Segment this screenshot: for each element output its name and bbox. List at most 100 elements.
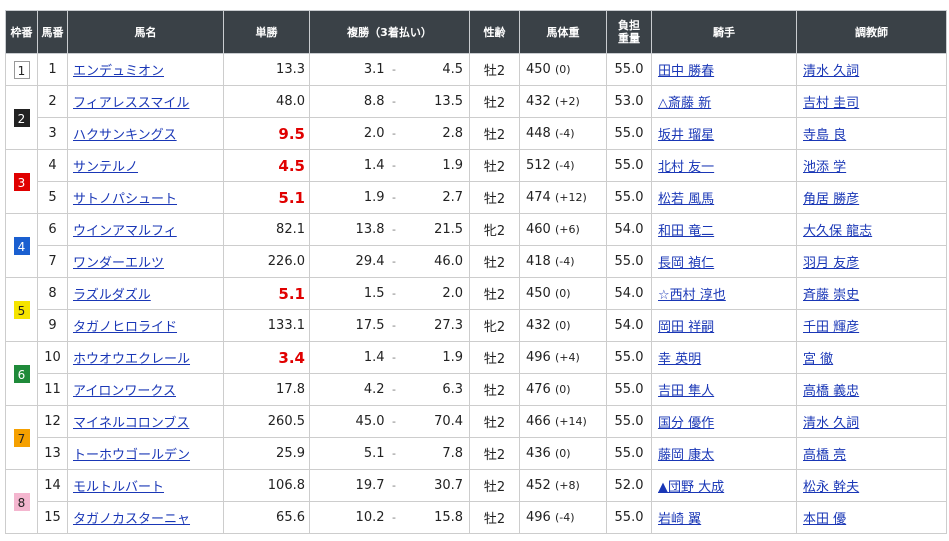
waku-badge: 8 <box>13 492 30 511</box>
sex-age: 牡2 <box>469 181 521 214</box>
jockey-link[interactable]: 北村 友一 <box>658 160 714 175</box>
jockey-link[interactable]: 藤岡 康太 <box>658 448 714 463</box>
waku-badge: 6 <box>13 364 30 383</box>
horse-name-link[interactable]: サンテルノ <box>73 160 138 175</box>
horse-name-link[interactable]: ラズルダズル <box>73 288 151 303</box>
horse-name-link[interactable]: ウインアマルフィ <box>73 224 177 239</box>
header-load-line2: 重量 <box>618 32 641 45</box>
jockey-link[interactable]: 幸 英明 <box>658 352 701 367</box>
jockey-link[interactable]: 岩崎 翼 <box>658 512 701 527</box>
load-weight: 55.0 <box>606 117 653 150</box>
horse-weight-cell: 476 (0) <box>519 373 608 406</box>
horse-name-link[interactable]: エンデュミオン <box>73 64 164 79</box>
horse-name-cell: タガノヒロライド <box>67 309 224 342</box>
horse-number: 6 <box>37 213 68 246</box>
horse-name-link[interactable]: タガノカスターニャ <box>73 512 190 527</box>
place-odds-max: 15.8 <box>398 501 471 534</box>
place-odds-min: 4.2 <box>309 373 390 406</box>
horse-name-link[interactable]: ワンダーエルツ <box>73 256 164 271</box>
place-odds-max: 2.7 <box>398 181 471 214</box>
horse-name-link[interactable]: トーホウゴールデン <box>73 448 190 463</box>
win-odds: 48.0 <box>223 85 310 118</box>
place-odds-max: 30.7 <box>398 469 471 502</box>
horse-name-cell: ワンダーエルツ <box>67 245 224 278</box>
place-odds-separator: - <box>389 501 399 534</box>
horse-weight: 496 <box>526 350 551 365</box>
horse-name-link[interactable]: モルトルバート <box>73 480 164 495</box>
place-odds-separator: - <box>389 309 399 342</box>
place-odds-min: 3.1 <box>309 53 390 86</box>
load-weight: 55.0 <box>606 405 653 438</box>
trainer-link[interactable]: 角居 勝彦 <box>803 192 859 207</box>
trainer-link[interactable]: 羽月 友彦 <box>803 256 859 271</box>
trainer-link[interactable]: 高橋 義忠 <box>803 384 859 399</box>
horse-number: 4 <box>37 149 68 182</box>
horse-number: 7 <box>37 245 68 278</box>
horse-name-link[interactable]: フィアレススマイル <box>73 96 189 111</box>
weight-diff: (0) <box>554 319 571 332</box>
trainer-link[interactable]: 吉村 圭司 <box>803 96 859 111</box>
header-umaban: 馬番 <box>37 10 68 54</box>
horse-weight: 450 <box>526 62 551 77</box>
jockey-link[interactable]: ▲団野 大成 <box>658 480 724 495</box>
header-sex-age: 性齢 <box>469 10 521 54</box>
trainer-link[interactable]: 寺島 良 <box>803 128 846 143</box>
horse-name-link[interactable]: ホウオウエクレール <box>73 352 190 367</box>
load-weight: 53.0 <box>606 85 653 118</box>
place-odds-separator: - <box>389 437 399 470</box>
jockey-cell: 松若 風馬 <box>651 181 798 214</box>
table-row: 13 トーホウゴールデン 25.9 5.1-7.8 牡2 436 (0) 55.0 藤岡 康太… <box>6 437 948 470</box>
trainer-link[interactable]: 池添 学 <box>803 160 846 175</box>
horse-name-link[interactable]: ハクサンキングス <box>73 128 177 143</box>
horse-name-link[interactable]: マイネルコロンブス <box>73 416 189 431</box>
jockey-link[interactable]: 岡田 祥嗣 <box>658 320 714 335</box>
waku-badge: 5 <box>13 300 30 319</box>
weight-diff: (+8) <box>554 479 580 492</box>
trainer-link[interactable]: 斉藤 崇史 <box>803 288 859 303</box>
place-odds-min: 1.4 <box>309 149 390 182</box>
jockey-link[interactable]: ☆西村 淳也 <box>658 288 726 303</box>
header-load-weight: 負担 重量 <box>606 10 653 54</box>
trainer-link[interactable]: 松永 幹夫 <box>803 480 859 495</box>
table-row: 1 1 エンデュミオン 13.3 3.1-4.5 牡2 450 (0) 55.0 田中 勝春 清水… <box>5 53 948 86</box>
horse-weight: 474 <box>526 190 551 205</box>
horse-number: 11 <box>37 373 68 406</box>
trainer-link[interactable]: 清水 久詞 <box>803 416 859 431</box>
weight-diff: (0) <box>554 447 571 460</box>
jockey-link[interactable]: 吉田 隼人 <box>658 384 714 399</box>
jockey-link[interactable]: 坂井 瑠星 <box>658 128 714 143</box>
trainer-link[interactable]: 宮 徹 <box>803 352 833 367</box>
header-horse-name: 馬名 <box>67 10 224 54</box>
sex-age: 牝2 <box>469 309 521 342</box>
waku-cell: 2 <box>5 85 38 150</box>
trainer-link[interactable]: 千田 輝彦 <box>803 320 859 335</box>
horse-weight-cell: 512 (-4) <box>519 149 608 182</box>
weight-diff: (+2) <box>554 95 580 108</box>
table-row: 7 ワンダーエルツ 226.0 29.4-46.0 牡2 418 (-4) 55.0 長岡 禎… <box>6 245 948 278</box>
trainer-link[interactable]: 清水 久詞 <box>803 64 859 79</box>
place-odds-separator: - <box>389 469 399 502</box>
horse-name-link[interactable]: アイロンワークス <box>73 384 176 399</box>
horse-name-cell: サトノパシュート <box>67 181 224 214</box>
jockey-link[interactable]: 田中 勝春 <box>658 64 714 79</box>
jockey-link[interactable]: 和田 竜二 <box>658 224 714 239</box>
trainer-cell: 角居 勝彦 <box>796 181 948 214</box>
jockey-cell: △斎藤 新 <box>651 85 798 118</box>
place-odds-max: 2.8 <box>398 117 471 150</box>
table-row: 3 ハクサンキングス 9.5 2.0-2.8 牡2 448 (-4) 55.0 坂井 瑠星 寺島… <box>6 117 948 150</box>
jockey-link[interactable]: 松若 風馬 <box>658 192 714 207</box>
trainer-link[interactable]: 本田 優 <box>803 512 846 527</box>
jockey-link[interactable]: 長岡 禎仁 <box>658 256 714 271</box>
horse-weight: 466 <box>526 414 551 429</box>
sex-age: 牡2 <box>469 53 521 86</box>
sex-age: 牡2 <box>469 469 521 502</box>
jockey-link[interactable]: 国分 優作 <box>658 416 714 431</box>
table-row: 9 タガノヒロライド 133.1 17.5-27.3 牝2 432 (0) 54.0 岡田 祥… <box>6 309 948 342</box>
load-weight: 55.0 <box>606 341 653 374</box>
trainer-link[interactable]: 大久保 龍志 <box>803 224 872 239</box>
jockey-link[interactable]: △斎藤 新 <box>658 96 711 111</box>
horse-name-link[interactable]: サトノパシュート <box>73 192 177 207</box>
horse-number: 1 <box>37 53 68 86</box>
horse-name-link[interactable]: タガノヒロライド <box>73 320 177 335</box>
trainer-link[interactable]: 高橋 亮 <box>803 448 846 463</box>
